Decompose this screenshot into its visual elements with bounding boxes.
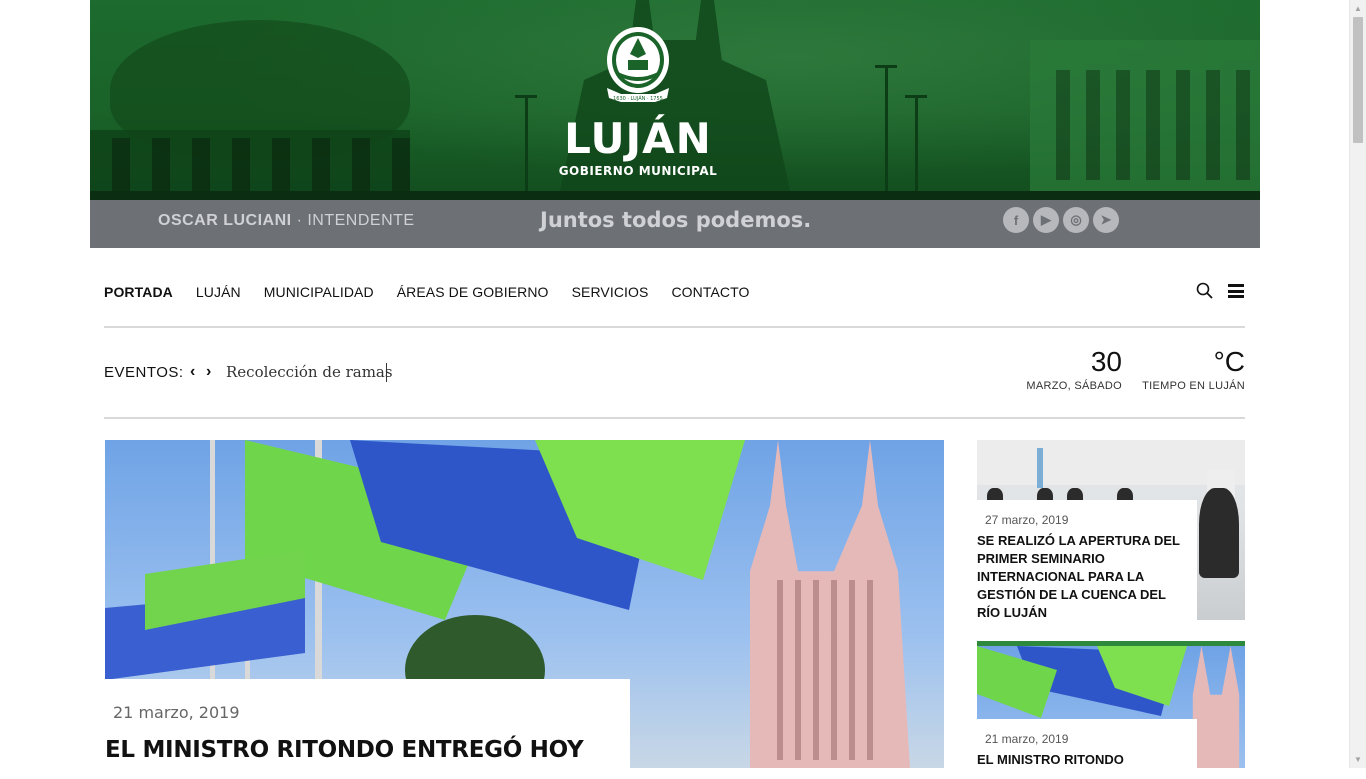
search-icon[interactable] <box>1196 282 1214 300</box>
side-story-card[interactable]: 21 marzo, 2019 EL MINISTRO RITONDO <box>977 719 1197 779</box>
events-label: EVENTOS: <box>104 364 184 381</box>
main-story-card[interactable]: 21 marzo, 2019 EL MINISTRO RITONDO ENTRE… <box>105 679 630 779</box>
hamburger-menu-icon[interactable] <box>1228 284 1244 298</box>
nav-item-areas-de-gobierno[interactable]: ÁREAS DE GOBIERNO <box>397 284 549 300</box>
main-nav: PORTADA LUJÁN MUNICIPALIDAD ÁREAS DE GOB… <box>104 278 1245 308</box>
events-divider <box>104 417 1245 419</box>
street-lamp <box>905 95 927 200</box>
mayor-role: INTENDENTE <box>307 212 415 229</box>
nav-divider <box>104 326 1245 328</box>
weather-label: TIEMPO EN LUJÁN <box>1142 380 1245 392</box>
main-story-title[interactable]: EL MINISTRO RITONDO ENTREGÓ HOY <box>105 737 584 763</box>
banner-building-right <box>1030 40 1260 200</box>
brand-subtitle: GOBIERNO MUNICIPAL <box>558 164 718 178</box>
scrollbar-thumb[interactable] <box>1353 17 1363 143</box>
main-story-date: 21 marzo, 2019 <box>113 703 240 722</box>
side-story-title[interactable]: SE REALIZÓ LA APERTURA DEL PRIMER SEMINA… <box>977 532 1189 622</box>
instagram-icon[interactable]: ◎ <box>1063 207 1089 233</box>
date-day: 30 <box>1090 346 1122 377</box>
scroll-up-icon[interactable]: ▲ <box>1350 0 1366 17</box>
nav-item-municipalidad[interactable]: MUNICIPALIDAD <box>264 284 374 300</box>
page-scrollbar[interactable]: ▲ ▼ <box>1349 0 1366 768</box>
ticker-caret <box>386 363 387 382</box>
side-story-card[interactable]: 27 marzo, 2019 SE REALIZÓ LA APERTURA DE… <box>977 500 1197 625</box>
event-ticker-text[interactable]: Recolección de ramas <box>226 363 393 381</box>
side-story-date: 21 marzo, 2019 <box>985 732 1069 746</box>
date-label: MARZO, SÁBADO <box>1026 380 1122 392</box>
chevron-right-icon[interactable]: › <box>206 363 211 381</box>
scroll-down-icon[interactable]: ▼ <box>1350 751 1366 768</box>
crest-logo[interactable]: 1630 · LUJÁN · 1755 <box>601 24 675 108</box>
brand-name[interactable]: LUJÁN <box>558 118 718 160</box>
nav-item-lujan[interactable]: LUJÁN <box>196 284 241 300</box>
crest-motto: 1630 · LUJÁN · 1755 <box>613 95 663 102</box>
chevron-left-icon[interactable]: ‹ <box>190 363 195 381</box>
banner-building-left <box>90 130 410 200</box>
nav-item-contacto[interactable]: CONTACTO <box>671 284 749 300</box>
mayor-name: OSCAR LUCIANI <box>158 212 292 229</box>
street-lamp <box>515 95 537 200</box>
nav-item-servicios[interactable]: SERVICIOS <box>572 284 649 300</box>
side-story-title[interactable]: EL MINISTRO RITONDO <box>977 751 1189 769</box>
social-links: f ▶ ◎ ➤ <box>1003 207 1119 233</box>
header-info-strip: OSCAR LUCIANI · INTENDENTE Juntos todos … <box>90 200 1260 248</box>
youtube-icon[interactable]: ▶ <box>1033 207 1059 233</box>
telegram-icon[interactable]: ➤ <box>1093 207 1119 233</box>
nav-item-portada[interactable]: PORTADA <box>104 284 173 300</box>
side-story-date: 27 marzo, 2019 <box>985 513 1069 527</box>
mayor-line: OSCAR LUCIANI · INTENDENTE <box>158 212 415 230</box>
facebook-icon[interactable]: f <box>1003 207 1029 233</box>
photo-cathedral-windows <box>765 580 885 760</box>
weather-value: °C <box>1213 346 1245 377</box>
banner-bottom-strip <box>90 191 1260 200</box>
street-lamp <box>875 65 897 200</box>
slogan: Juntos todos podemos. <box>540 208 812 232</box>
mayor-separator: · <box>296 212 303 229</box>
